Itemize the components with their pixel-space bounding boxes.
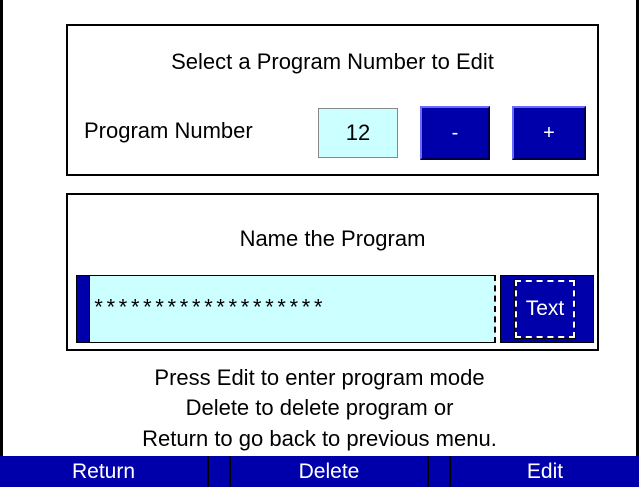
help-line-1: Press Edit to enter program mode <box>154 365 485 390</box>
softkey-separator <box>427 456 451 487</box>
program-name-field-group: ******************* Text <box>76 275 594 345</box>
screen: Select a Program Number to Edit Program … <box>0 0 639 487</box>
delete-softkey[interactable]: Delete <box>231 456 427 487</box>
program-number-panel: Select a Program Number to Edit Program … <box>66 24 599 176</box>
softkey-separator <box>207 456 231 487</box>
help-line-3: Return to go back to previous menu. <box>142 426 497 451</box>
text-entry-button-label: Text <box>514 279 576 339</box>
help-line-2: Delete to delete program or <box>185 395 454 420</box>
increment-button[interactable]: + <box>512 106 586 160</box>
name-panel-title: Name the Program <box>239 226 426 251</box>
program-number-label: Program Number <box>84 118 253 143</box>
program-panel-title: Select a Program Number to Edit <box>171 49 494 74</box>
decrement-button[interactable]: - <box>420 106 490 160</box>
return-softkey[interactable]: Return <box>0 456 207 487</box>
program-number-field[interactable]: 12 <box>318 108 398 158</box>
program-name-panel: Name the Program ******************* Tex… <box>66 193 599 351</box>
program-name-input[interactable]: ******************* <box>90 275 496 343</box>
text-entry-button[interactable]: Text <box>500 275 594 343</box>
name-field-left-cap <box>76 275 90 343</box>
edit-softkey[interactable]: Edit <box>451 456 639 487</box>
